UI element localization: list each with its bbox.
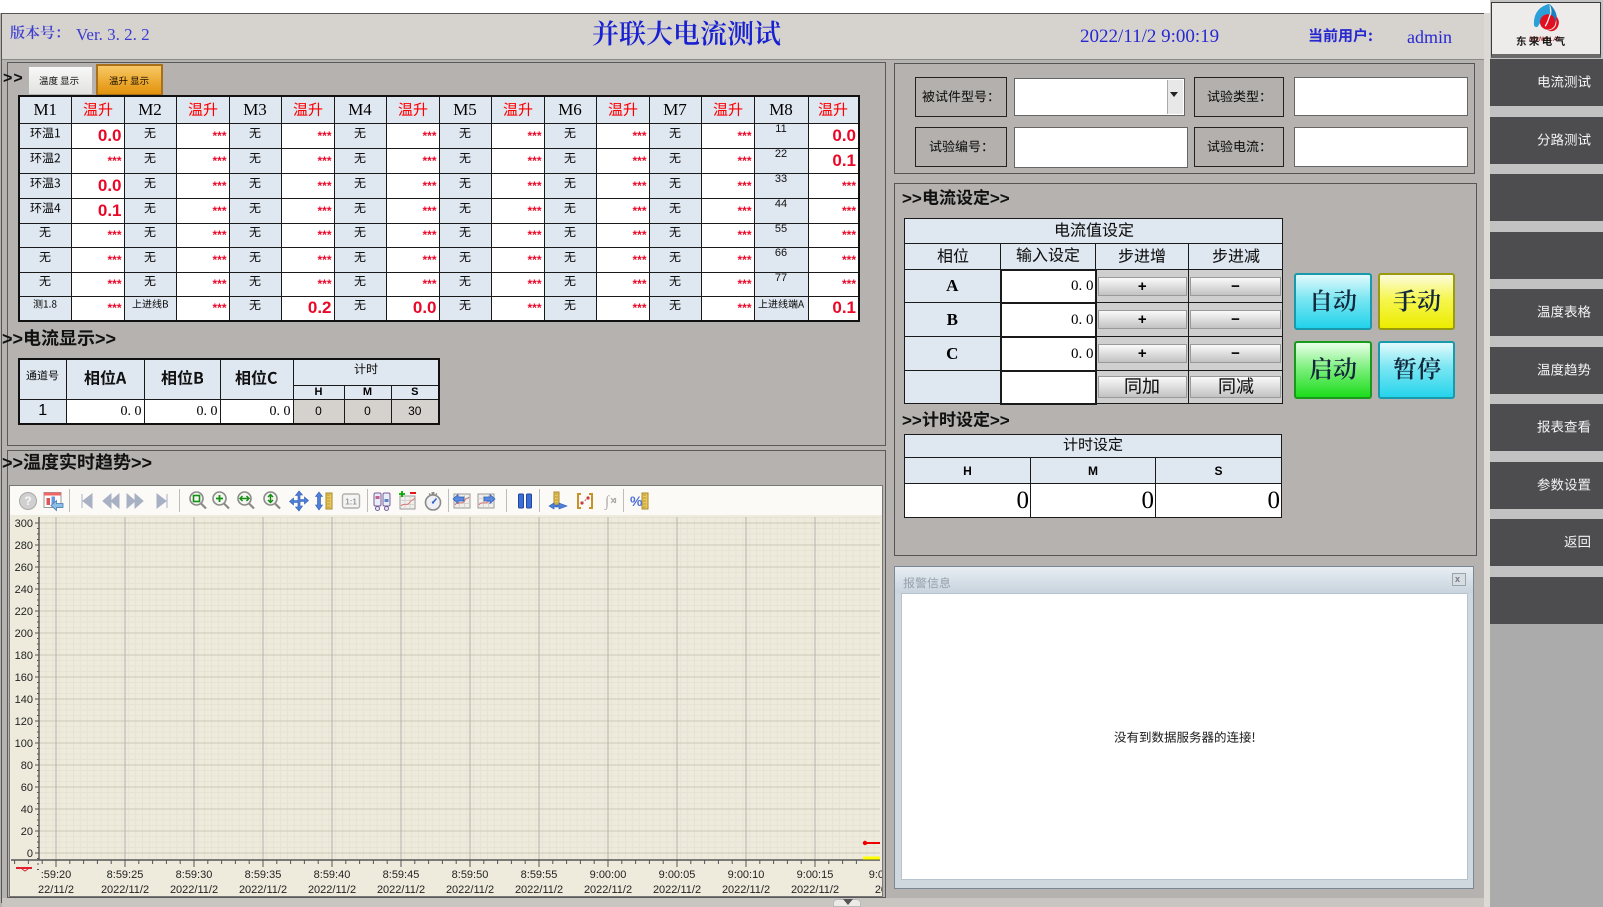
svg-text:8:59:45: 8:59:45 bbox=[383, 869, 420, 881]
svg-text:2022/11/2: 2022/11/2 bbox=[239, 884, 287, 896]
svg-text:20: 20 bbox=[21, 826, 33, 838]
svg-text:120: 120 bbox=[15, 716, 33, 728]
svg-text:100: 100 bbox=[15, 738, 33, 750]
svg-text:2022/11/2: 2022/11/2 bbox=[308, 884, 356, 896]
svg-text:40: 40 bbox=[21, 804, 33, 816]
svg-text:9:00:15: 9:00:15 bbox=[797, 869, 834, 881]
svg-text:140: 140 bbox=[15, 694, 33, 706]
svg-text:?: ? bbox=[24, 494, 31, 508]
svg-text:2022/11/2: 2022/11/2 bbox=[722, 884, 770, 896]
svg-text:2022/11/2: 2022/11/2 bbox=[515, 884, 563, 896]
svg-text:8:59:30: 8:59:30 bbox=[176, 869, 213, 881]
svg-text:9:00:2: 9:00:2 bbox=[869, 869, 882, 881]
svg-text:2022/11/2: 2022/11/2 bbox=[791, 884, 839, 896]
svg-text:160: 160 bbox=[15, 672, 33, 684]
svg-text:300: 300 bbox=[15, 518, 33, 530]
svg-text:202: 202 bbox=[875, 884, 882, 896]
svg-text:22/11/2: 22/11/2 bbox=[38, 884, 74, 896]
svg-text:60: 60 bbox=[21, 782, 33, 794]
svg-text:1:1: 1:1 bbox=[345, 498, 357, 507]
svg-text:%: % bbox=[630, 493, 643, 509]
svg-text:2022/11/2: 2022/11/2 bbox=[584, 884, 632, 896]
svg-text:200: 200 bbox=[15, 628, 33, 640]
svg-text:280: 280 bbox=[15, 540, 33, 552]
svg-text:180: 180 bbox=[15, 650, 33, 662]
svg-text:2022/11/2: 2022/11/2 bbox=[653, 884, 701, 896]
svg-text:9:00:05: 9:00:05 bbox=[659, 869, 696, 881]
svg-text:8:59:50: 8:59:50 bbox=[452, 869, 489, 881]
svg-text:8:59:55: 8:59:55 bbox=[521, 869, 558, 881]
svg-text:240: 240 bbox=[15, 584, 33, 596]
svg-text:2022/11/2: 2022/11/2 bbox=[377, 884, 425, 896]
svg-text:8:59:25: 8:59:25 bbox=[107, 869, 144, 881]
svg-text:2022/11/2: 2022/11/2 bbox=[446, 884, 494, 896]
svg-text:∫: ∫ bbox=[604, 494, 611, 510]
svg-text:8:59:40: 8:59:40 bbox=[314, 869, 351, 881]
svg-text:260: 260 bbox=[15, 562, 33, 574]
svg-text:9:00:00: 9:00:00 bbox=[590, 869, 627, 881]
svg-text:0: 0 bbox=[27, 848, 33, 860]
svg-text:9:00:10: 9:00:10 bbox=[728, 869, 765, 881]
svg-text:8:59:35: 8:59:35 bbox=[245, 869, 282, 881]
svg-text::59:20: :59:20 bbox=[41, 869, 72, 881]
svg-text:80: 80 bbox=[21, 760, 33, 772]
svg-text:220: 220 bbox=[15, 606, 33, 618]
svg-text:2022/11/2: 2022/11/2 bbox=[170, 884, 218, 896]
svg-text:2022/11/2: 2022/11/2 bbox=[101, 884, 149, 896]
